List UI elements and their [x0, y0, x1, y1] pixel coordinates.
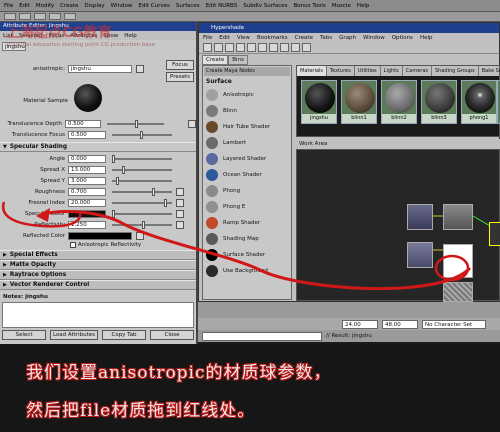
annotation-curve [43, 210, 472, 291]
tutorial-caption: 我们设置anisotropic的材质球参数， 然后把file材质拖到红线处。 [0, 344, 500, 432]
annotation-arrowhead [36, 208, 50, 222]
caption-line-1: 我们设置anisotropic的材质球参数， [26, 363, 332, 383]
annotation-circle [434, 254, 470, 282]
caption-line-2: 然后把file材质拖到红线处。 [26, 401, 256, 421]
